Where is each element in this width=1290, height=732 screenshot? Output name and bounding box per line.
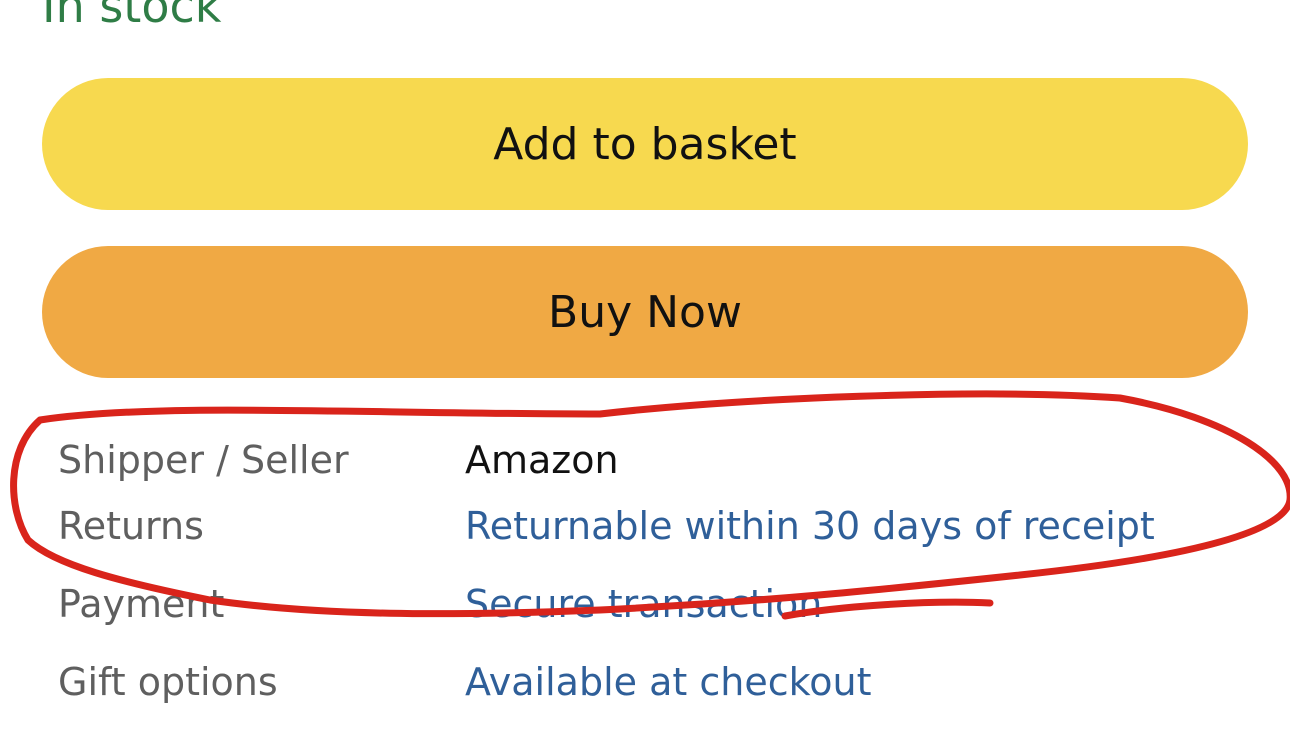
add-to-basket-button[interactable]: Add to basket <box>42 78 1248 210</box>
buy-now-button[interactable]: Buy Now <box>42 246 1248 378</box>
returns-row: Returns Returnable within 30 days of rec… <box>0 498 1290 554</box>
gift-options-label: Gift options <box>58 660 278 704</box>
gift-options-link[interactable]: Available at checkout <box>465 654 871 710</box>
product-purchase-panel: In stock Add to basket Buy Now Shipper /… <box>0 0 1290 732</box>
shipper-seller-value: Amazon <box>465 438 619 482</box>
gift-options-row: Gift options Available at checkout <box>0 654 1290 710</box>
returns-policy-link[interactable]: Returnable within 30 days of receipt <box>465 498 1155 554</box>
shipper-seller-label: Shipper / Seller <box>58 438 349 482</box>
payment-label: Payment <box>58 582 225 626</box>
returns-label: Returns <box>58 504 204 548</box>
in-stock-status: In stock <box>42 0 222 33</box>
secure-transaction-link[interactable]: Secure transaction <box>465 576 822 632</box>
shipper-seller-row: Shipper / Seller Amazon <box>0 432 1290 488</box>
payment-row: Payment Secure transaction <box>0 576 1290 632</box>
